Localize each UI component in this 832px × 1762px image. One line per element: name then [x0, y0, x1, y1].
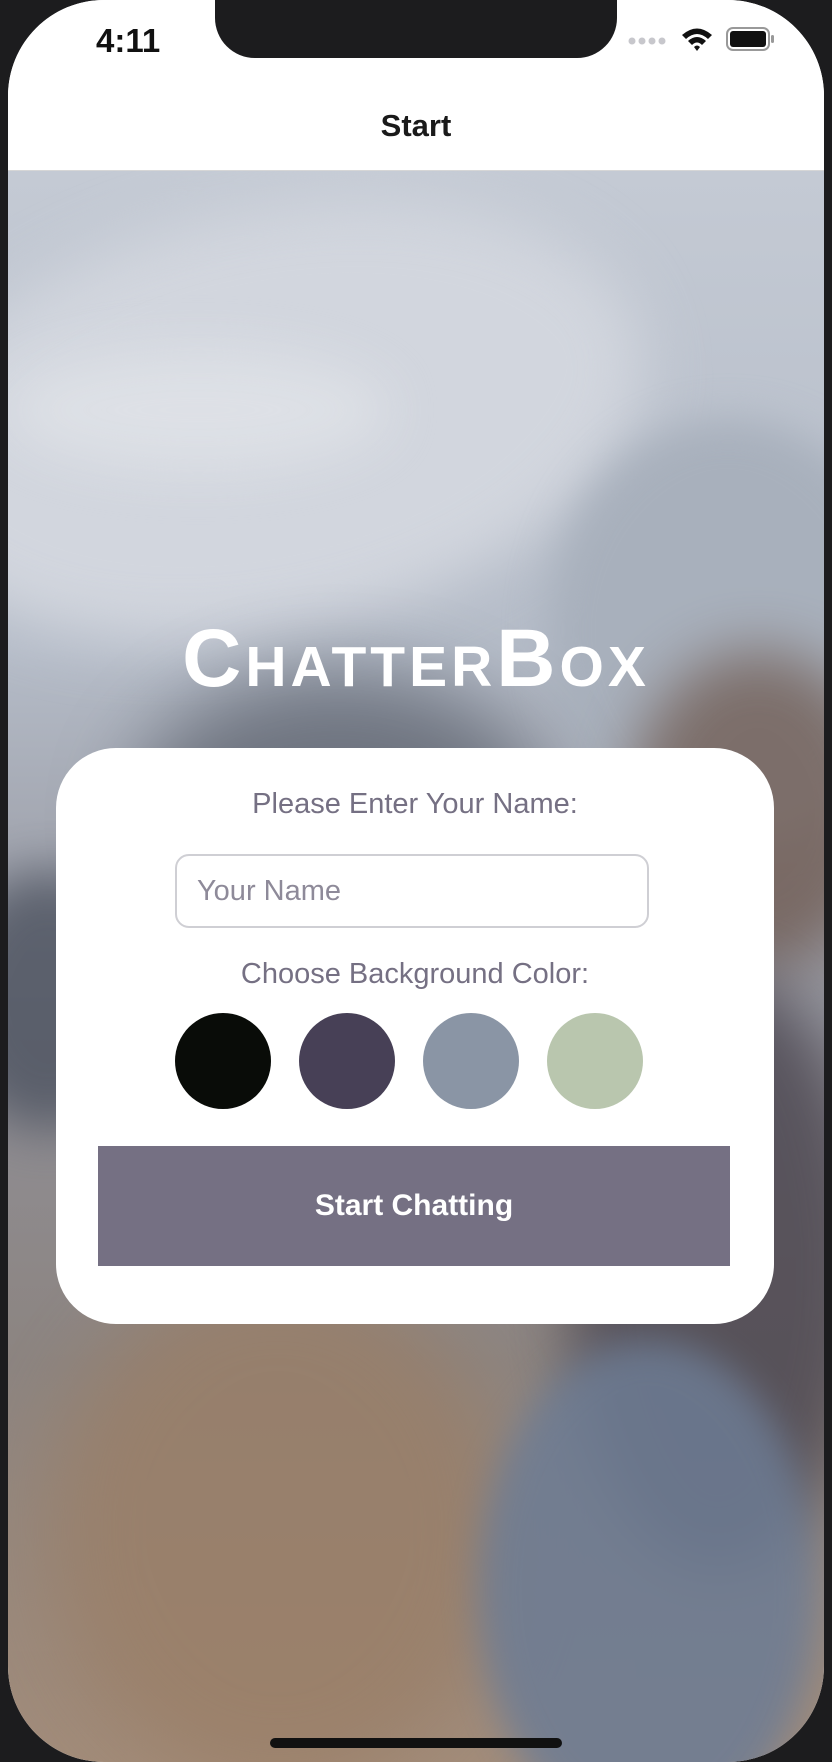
wifi-icon	[680, 26, 714, 57]
home-indicator	[270, 1738, 562, 1748]
status-time: 4:11	[96, 22, 161, 59]
color-swatch-green[interactable]	[547, 1013, 643, 1109]
name-input[interactable]	[175, 854, 649, 928]
color-swatches	[175, 1013, 655, 1109]
start-chatting-button[interactable]: Start Chatting	[98, 1146, 730, 1266]
notch	[215, 0, 617, 58]
status-bar: 4:11	[8, 0, 824, 86]
color-swatch-black[interactable]	[175, 1013, 271, 1109]
color-swatch-gray[interactable]	[423, 1013, 519, 1109]
start-form-card: Please Enter Your Name: Choose Backgroun…	[56, 748, 774, 1324]
status-icons	[628, 26, 776, 57]
nav-title: Start	[380, 108, 452, 143]
phone-screen: 4:11 Start ChatterBox Please Enter Your …	[8, 0, 824, 1762]
battery-icon	[726, 27, 776, 56]
navigation-bar: Start	[8, 86, 824, 171]
app-title: ChatterBox	[182, 613, 650, 704]
color-prompt-label: Choose Background Color:	[240, 958, 590, 990]
signal-icon	[628, 33, 668, 51]
name-prompt-label: Please Enter Your Name:	[252, 788, 578, 820]
color-swatch-purple[interactable]	[299, 1013, 395, 1109]
